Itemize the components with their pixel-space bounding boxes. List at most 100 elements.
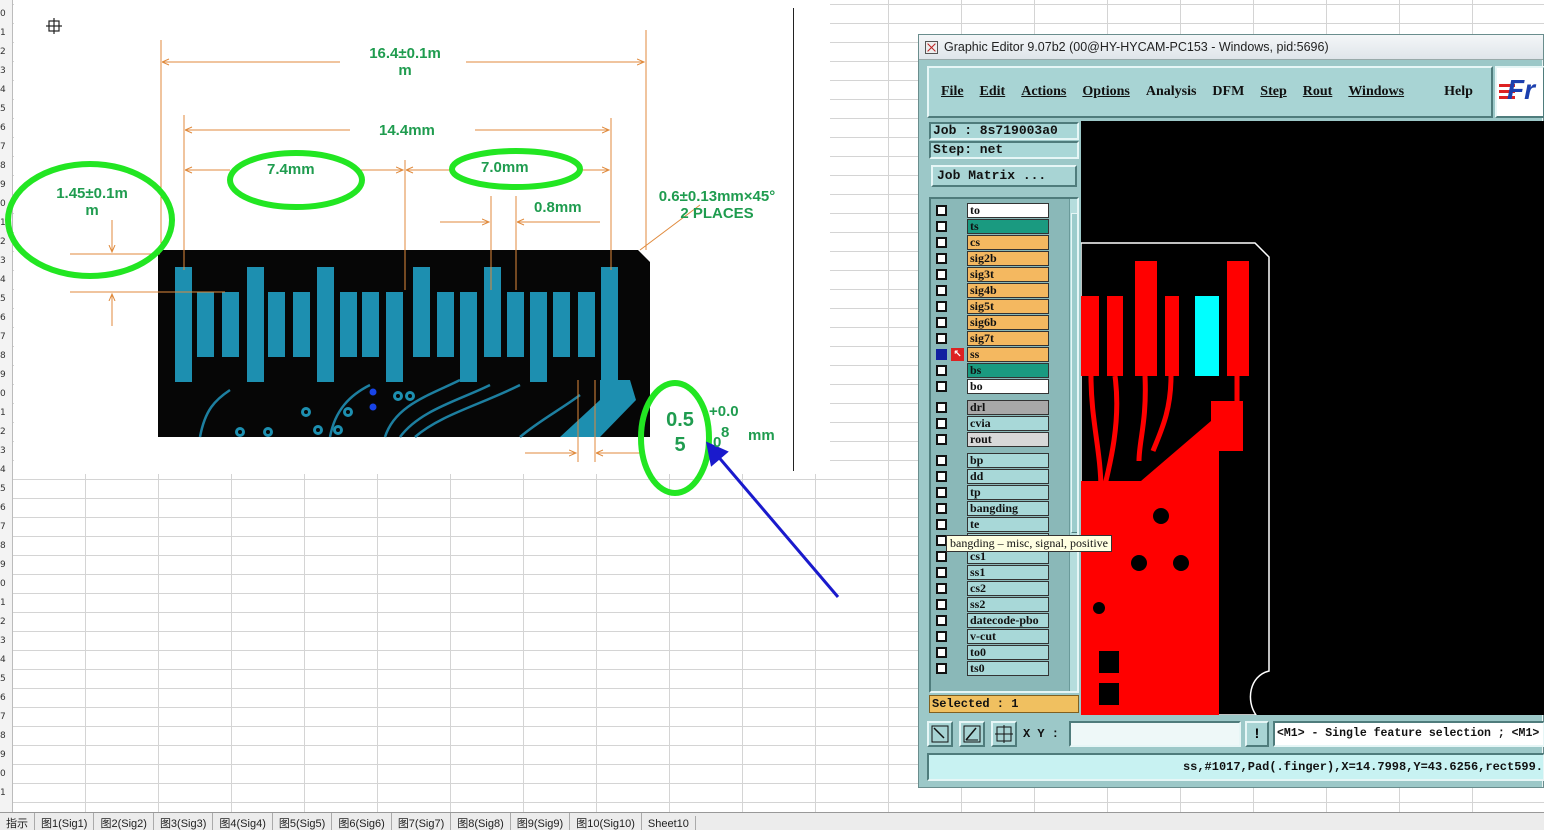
layer-row-sig7t[interactable]: sig7t — [933, 331, 1051, 346]
tool-grid-button[interactable] — [991, 721, 1017, 747]
layer-row-ss1[interactable]: ss1 — [933, 565, 1051, 580]
layer-checkbox[interactable] — [936, 519, 947, 530]
tool-snap-button[interactable] — [959, 721, 985, 747]
layer-row-sig4b[interactable]: sig4b — [933, 283, 1051, 298]
layer-row-sig6b[interactable]: sig6b — [933, 315, 1051, 330]
layer-name[interactable]: ts — [967, 219, 1049, 234]
layer-row-sig5t[interactable]: sig5t — [933, 299, 1051, 314]
layer-name[interactable]: cs2 — [967, 581, 1049, 596]
layer-row-sig2b[interactable]: sig2b — [933, 251, 1051, 266]
layer-checkbox[interactable] — [936, 503, 947, 514]
layer-name[interactable]: sig4b — [967, 283, 1049, 298]
layer-checkbox[interactable] — [936, 487, 947, 498]
sheet-tab[interactable]: 图7(Sig7) — [392, 813, 452, 830]
layer-row-bs[interactable]: bs — [933, 363, 1051, 378]
layer-name[interactable]: sig6b — [967, 315, 1049, 330]
graphic-editor-window[interactable]: Graphic Editor 9.07b2 (00@HY-HYCAM-PC153… — [918, 34, 1544, 788]
sheet-tab[interactable]: 图6(Sig6) — [332, 813, 392, 830]
layer-name[interactable]: cvia — [967, 416, 1049, 431]
layer-checkbox[interactable] — [936, 317, 947, 328]
menu-analysis[interactable]: Analysis — [1146, 84, 1197, 100]
menu-edit[interactable]: Edit — [980, 84, 1006, 100]
layer-row-drl[interactable]: drl — [933, 400, 1051, 415]
layer-checkbox[interactable] — [936, 221, 947, 232]
layer-checkbox[interactable] — [936, 455, 947, 466]
layer-checkbox[interactable] — [936, 631, 947, 642]
menu-help[interactable]: Help — [1444, 84, 1473, 100]
layer-name[interactable]: ss — [967, 347, 1049, 362]
layer-checkbox[interactable] — [936, 567, 947, 578]
layer-row-ss[interactable]: ↖ ss — [933, 347, 1051, 362]
sheet-tab[interactable]: 图1(Sig1) — [35, 813, 95, 830]
layer-row-bangding[interactable]: bangding — [933, 501, 1051, 516]
layer-checkbox[interactable] — [936, 615, 947, 626]
layer-name[interactable]: dd — [967, 469, 1049, 484]
menu-windows[interactable]: Windows — [1348, 84, 1404, 100]
layer-checkbox[interactable] — [936, 402, 947, 413]
layer-row-ts0[interactable]: ts0 — [933, 661, 1051, 676]
layer-name[interactable]: v-cut — [967, 629, 1049, 644]
layer-name[interactable]: to0 — [967, 645, 1049, 660]
layer-checkbox[interactable] — [936, 349, 947, 360]
sheet-tab[interactable]: 图5(Sig5) — [273, 813, 333, 830]
sheet-tab[interactable]: 图9(Sig9) — [511, 813, 571, 830]
sheet-tab[interactable]: 图10(Sig10) — [570, 813, 642, 830]
layer-name[interactable]: bo — [967, 379, 1049, 394]
layer-name[interactable]: bs — [967, 363, 1049, 378]
layer-checkbox[interactable] — [936, 365, 947, 376]
sheet-tab[interactable]: 图4(Sig4) — [213, 813, 273, 830]
layer-name[interactable]: datecode-pbo — [967, 613, 1049, 628]
layer-name[interactable]: ss1 — [967, 565, 1049, 580]
layer-checkbox[interactable] — [936, 205, 947, 216]
layer-checkbox[interactable] — [936, 551, 947, 562]
menu-actions[interactable]: Actions — [1021, 84, 1066, 100]
layer-checkbox[interactable] — [936, 663, 947, 674]
menu-step[interactable]: Step — [1260, 84, 1286, 100]
layer-name[interactable]: ss2 — [967, 597, 1049, 612]
layer-row-te[interactable]: te — [933, 517, 1051, 532]
layer-checkbox[interactable] — [936, 381, 947, 392]
layer-checkbox[interactable] — [936, 269, 947, 280]
layer-row-dd[interactable]: dd — [933, 469, 1051, 484]
layer-name[interactable]: sig5t — [967, 299, 1049, 314]
menu-rout[interactable]: Rout — [1303, 84, 1333, 100]
layer-checkbox[interactable] — [936, 471, 947, 482]
layer-scrollbar[interactable] — [1069, 199, 1077, 691]
layer-name[interactable]: to — [967, 203, 1049, 218]
layer-name[interactable]: sig7t — [967, 331, 1049, 346]
menu-file[interactable]: File — [941, 84, 964, 100]
menu-options[interactable]: Options — [1082, 84, 1129, 100]
layer-name[interactable]: ts0 — [967, 661, 1049, 676]
layer-name[interactable]: cs — [967, 235, 1049, 250]
layer-row-cvia[interactable]: cvia — [933, 416, 1051, 431]
layer-name[interactable]: bangding — [967, 501, 1049, 516]
layer-name[interactable]: te — [967, 517, 1049, 532]
layer-row-rout[interactable]: rout — [933, 432, 1051, 447]
layer-checkbox[interactable] — [936, 583, 947, 594]
layer-checkbox[interactable] — [936, 599, 947, 610]
layer-name[interactable]: sig3t — [967, 267, 1049, 282]
title-bar[interactable]: Graphic Editor 9.07b2 (00@HY-HYCAM-PC153… — [919, 35, 1543, 60]
layer-row-cs2[interactable]: cs2 — [933, 581, 1051, 596]
layer-name[interactable]: bp — [967, 453, 1049, 468]
layer-row-bp[interactable]: bp — [933, 453, 1051, 468]
layer-row-ss2[interactable]: ss2 — [933, 597, 1051, 612]
xy-input[interactable] — [1069, 721, 1241, 747]
layer-row-sig3t[interactable]: sig3t — [933, 267, 1051, 282]
layer-checkbox[interactable] — [936, 237, 947, 248]
layer-checkbox[interactable] — [936, 253, 947, 264]
layer-list[interactable]: to ts cs sig2b sig3t sig4b sig5t sig6b sig7t ↖ ss b… — [929, 197, 1079, 693]
tool-zoom-in-button[interactable] — [927, 721, 953, 747]
layer-checkbox[interactable] — [936, 301, 947, 312]
graphics-canvas[interactable] — [1081, 121, 1544, 715]
layer-name[interactable]: rout — [967, 432, 1049, 447]
layer-row-ts[interactable]: ts — [933, 219, 1051, 234]
sheet-tab[interactable]: 图2(Sig2) — [94, 813, 154, 830]
sheet-tab[interactable]: Sheet10 — [642, 816, 696, 830]
layer-checkbox[interactable] — [936, 434, 947, 445]
layer-name[interactable]: drl — [967, 400, 1049, 415]
scrollbar-thumb[interactable] — [1071, 213, 1077, 533]
layer-name[interactable]: sig2b — [967, 251, 1049, 266]
layer-row-to0[interactable]: to0 — [933, 645, 1051, 660]
layer-row-tp[interactable]: tp — [933, 485, 1051, 500]
